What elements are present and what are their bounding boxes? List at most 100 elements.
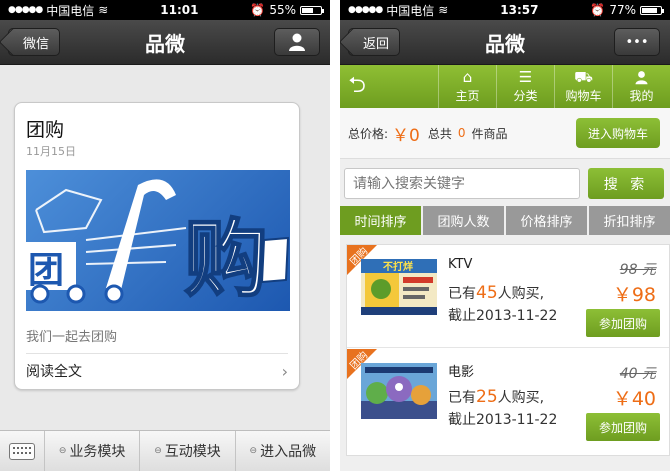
- article-card[interactable]: 团购 11月15日 团 购 我们一起去团购 阅读全文 ›: [14, 102, 300, 390]
- cart-summary: 总价格: ￥0 总共 0 件商品 进入购物车: [340, 108, 670, 159]
- more-icon: •••: [625, 34, 649, 50]
- read-more-label: 阅读全文: [26, 364, 82, 380]
- alarm-icon: ⏰: [250, 3, 266, 17]
- signal-icon: ●●●●●: [348, 5, 383, 15]
- read-more-link[interactable]: 阅读全文 ›: [26, 360, 288, 382]
- tab-sort-buyers[interactable]: 团购人数: [423, 206, 504, 235]
- search-input[interactable]: [344, 168, 580, 199]
- menu-dot-icon: ⊖: [249, 446, 258, 456]
- menu-item-business[interactable]: ⊖ 业务模块: [45, 431, 141, 471]
- deal-price: ￥40: [612, 388, 656, 410]
- sort-tabs: 时间排序 团购人数 价格排序 折扣排序: [340, 206, 670, 235]
- signal-icon: ●●●●●: [8, 5, 43, 15]
- menu-item-label: 业务模块: [69, 444, 126, 460]
- nav-bar: 返回 品微 •••: [340, 20, 670, 65]
- tab-label: 主页: [455, 88, 480, 103]
- nav-bar: 微信 品微: [0, 20, 330, 65]
- right-phone-screen: ●●●●● 中国电信 ≋ 13:57 ⏰ 77% 返回 品微 ••• ⮌ ⌂ 主…: [340, 0, 670, 471]
- wifi-icon: ≋: [98, 3, 109, 17]
- buyers-count: 25: [476, 387, 498, 407]
- poster-text: 不打烊: [383, 260, 413, 273]
- menu-dot-icon: ⊖: [58, 446, 67, 456]
- menu-item-enter[interactable]: ⊖ 进入品微: [236, 431, 330, 471]
- status-bar: ●●●●● 中国电信 ≋ 13:57 ⏰ 77%: [340, 0, 670, 20]
- list-icon: ☰: [518, 67, 533, 86]
- article-title: 团购: [26, 119, 65, 141]
- tab-mine[interactable]: 我的: [612, 65, 670, 108]
- clock: 13:57: [500, 3, 539, 17]
- tab-home[interactable]: ⌂ 主页: [438, 65, 496, 108]
- deal-buyers: 已有45人购买,: [448, 283, 545, 303]
- deal-item[interactable]: 团购 不打烊 KTV 已有45人购买, 截止2013-11-22 98 元 ￥9…: [347, 245, 669, 348]
- store-toolbar: ⮌ ⌂ 主页 ☰ 分类 ⛟ 购物车 我的: [340, 65, 670, 108]
- profile-button[interactable]: [274, 28, 320, 56]
- banner-char-right: 购: [184, 210, 268, 308]
- ktv-poster-image: 不打烊: [361, 259, 437, 315]
- count-suffix: 件商品: [471, 126, 508, 141]
- menu-item-interaction[interactable]: ⊖ 互动模块: [140, 431, 236, 471]
- battery-icon: [299, 5, 324, 15]
- bottom-menu: ⊖ 业务模块 ⊖ 互动模块 ⊖ 进入品微: [0, 430, 330, 471]
- status-bar: ●●●●● 中国电信 ≋ 11:01 ⏰ 55%: [0, 0, 330, 20]
- carrier-label: 中国电信: [386, 3, 435, 18]
- chevron-right-icon: ›: [281, 361, 288, 381]
- wifi-icon: ≋: [438, 3, 449, 17]
- tab-category[interactable]: ☰ 分类: [496, 65, 554, 108]
- undo-arrow-icon[interactable]: ⮌: [340, 68, 374, 106]
- tab-sort-price[interactable]: 价格排序: [506, 206, 587, 235]
- count-prefix: 总共: [427, 126, 452, 141]
- deal-name: 电影: [448, 365, 475, 380]
- go-to-cart-button[interactable]: 进入购物车: [576, 118, 660, 148]
- movie-poster-image: [361, 363, 437, 419]
- home-icon: ⌂: [462, 67, 473, 86]
- clock: 11:01: [160, 3, 199, 17]
- back-button[interactable]: 微信: [8, 28, 61, 56]
- original-price: 40 元: [619, 366, 656, 382]
- item-count: 0: [457, 126, 466, 140]
- more-button[interactable]: •••: [614, 28, 660, 56]
- page-title: 品微: [485, 31, 525, 56]
- deal-list: 团购 不打烊 KTV 已有45人购买, 截止2013-11-22 98 元 ￥9…: [346, 244, 670, 456]
- battery-percent: 77%: [609, 3, 636, 17]
- deal-expiry: 截止2013-11-22: [448, 412, 558, 428]
- tab-label: 购物车: [565, 88, 602, 103]
- divider: [347, 347, 669, 348]
- menu-item-label: 进入品微: [260, 444, 317, 460]
- left-phone-screen: ●●●●● 中国电信 ≋ 11:01 ⏰ 55% 微信 品微 团购 11月15日: [0, 0, 330, 471]
- cart-icon: ⛟: [574, 67, 593, 86]
- keyboard-toggle-button[interactable]: [0, 431, 45, 471]
- total-price-label: 总价格:: [348, 126, 389, 141]
- keyboard-icon: [9, 442, 35, 460]
- person-icon: [635, 70, 648, 84]
- deal-expiry: 截止2013-11-22: [448, 308, 558, 324]
- person-icon: [289, 33, 305, 51]
- tab-cart[interactable]: ⛟ 购物车: [554, 65, 612, 108]
- article-banner-image: 团 购: [26, 170, 290, 311]
- original-price: 98 元: [619, 262, 656, 278]
- deal-buyers: 已有25人购买,: [448, 387, 545, 407]
- search-button[interactable]: 搜 索: [588, 168, 664, 199]
- battery-percent: 55%: [269, 3, 296, 17]
- deal-price: ￥98: [612, 284, 656, 306]
- page-title: 品微: [145, 31, 185, 56]
- back-button[interactable]: 返回: [348, 28, 401, 56]
- total-price-value: ￥0: [392, 125, 420, 146]
- tab-label: 我的: [629, 88, 654, 103]
- deal-name: KTV: [448, 257, 473, 272]
- tab-sort-discount[interactable]: 折扣排序: [589, 206, 670, 235]
- menu-dot-icon: ⊖: [154, 446, 162, 456]
- deal-item[interactable]: 团购 电影 已有25人购买, 截止2013-11-22 40 元 ￥40 参加团…: [347, 349, 669, 451]
- menu-item-label: 互动模块: [164, 444, 221, 460]
- alarm-icon: ⏰: [590, 3, 606, 17]
- join-group-buy-button[interactable]: 参加团购: [586, 309, 660, 337]
- article-description: 我们一起去团购: [26, 330, 118, 345]
- carrier-label: 中国电信: [46, 3, 95, 18]
- divider: [26, 353, 288, 354]
- article-date: 11月15日: [26, 145, 76, 158]
- banner-char-left: 团: [28, 250, 64, 291]
- join-group-buy-button[interactable]: 参加团购: [586, 413, 660, 441]
- tab-label: 分类: [513, 88, 538, 103]
- battery-icon: [639, 5, 664, 15]
- tab-sort-time[interactable]: 时间排序: [340, 206, 421, 235]
- buyers-count: 45: [476, 283, 498, 303]
